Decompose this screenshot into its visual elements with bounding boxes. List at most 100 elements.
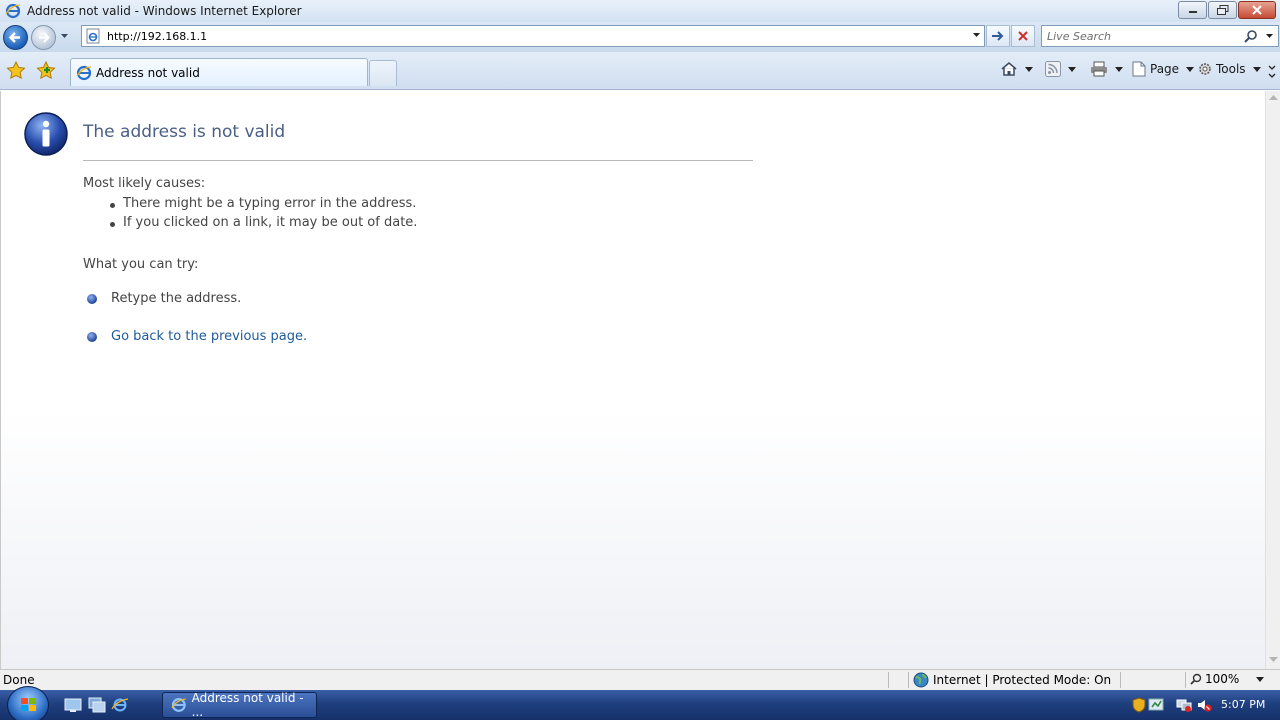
forward-button[interactable] <box>31 25 56 50</box>
windows-update-icon[interactable] <box>1148 697 1164 713</box>
taskbar-button-label: Address not valid - ... <box>191 691 304 719</box>
ie-logo-icon <box>5 3 21 19</box>
try-heading: What you can try: <box>83 257 199 272</box>
zone-text: Internet | Protected Mode: On <box>933 673 1112 687</box>
window-controls <box>1178 1 1276 19</box>
home-icon <box>1001 62 1017 76</box>
back-button[interactable] <box>3 25 28 50</box>
page-menu-label: Page <box>1150 62 1180 76</box>
list-item: If you clicked on a link, it may be out … <box>105 215 417 234</box>
tab-command-bar: Address not valid Page Tools <box>0 52 1280 90</box>
print-button[interactable] <box>1090 61 1123 77</box>
tools-menu-label: Tools <box>1216 62 1246 76</box>
feeds-dropdown-icon[interactable] <box>1068 66 1076 72</box>
error-title: The address is not valid <box>83 122 286 142</box>
causes-heading: Most likely causes: <box>83 176 206 191</box>
ie-taskbar-icon <box>171 698 186 712</box>
zoom-level: 100% <box>1205 672 1240 686</box>
bullet <box>110 203 115 208</box>
go-button[interactable] <box>986 25 1010 47</box>
minimize-button[interactable] <box>1178 1 1207 19</box>
volume-muted-icon[interactable] <box>1196 697 1212 713</box>
feeds-button[interactable] <box>1045 61 1076 77</box>
page-menu-button[interactable]: Page <box>1131 61 1195 77</box>
gear-icon <box>1199 63 1211 75</box>
rss-feed-icon <box>1045 61 1061 77</box>
recent-pages-dropdown-icon[interactable] <box>60 33 69 39</box>
status-text: Done <box>3 673 35 687</box>
close-icon <box>1252 5 1262 15</box>
stop-x-icon <box>1018 31 1028 41</box>
title-divider <box>83 160 753 161</box>
restore-button[interactable] <box>1208 1 1237 19</box>
blue-bullet-icon <box>87 293 97 304</box>
status-divider <box>888 672 889 688</box>
tab-address-not-valid[interactable]: Address not valid <box>70 58 368 86</box>
cause-text: If you clicked on a link, it may be out … <box>123 215 418 230</box>
search-icon[interactable] <box>1244 29 1258 43</box>
switch-windows-icon[interactable] <box>88 697 106 713</box>
window-title: Address not valid - Windows Internet Exp… <box>27 4 302 18</box>
new-tab-button[interactable] <box>369 60 397 86</box>
cause-text: There might be a typing error in the add… <box>123 196 417 211</box>
forward-arrow-icon <box>39 32 50 43</box>
list-item: There might be a typing error in the add… <box>105 196 417 215</box>
status-bar: Done Internet | Protected Mode: On 100% <box>0 669 1280 690</box>
home-button[interactable] <box>1000 61 1033 77</box>
search-input[interactable] <box>1047 29 1242 43</box>
info-icon <box>24 112 68 156</box>
address-dropdown-icon[interactable] <box>972 32 981 38</box>
add-favorites-icon[interactable] <box>36 61 56 79</box>
retype-address-text: Retype the address. <box>111 291 242 306</box>
retype-address-item: Retype the address. <box>87 291 241 306</box>
taskbar-ie-button[interactable]: Address not valid - ... <box>162 691 317 719</box>
go-arrow-icon <box>992 31 1004 41</box>
print-dropdown-icon[interactable] <box>1115 66 1123 72</box>
globe-icon <box>913 672 929 688</box>
windows-logo-icon <box>21 698 36 711</box>
zoom-dropdown-icon[interactable] <box>1256 676 1265 682</box>
vertical-scrollbar[interactable] <box>1265 91 1280 669</box>
title-bar: Address not valid - Windows Internet Exp… <box>0 0 1280 22</box>
taskbar: Address not valid - ... 5:07 PM <box>0 686 1280 720</box>
restore-icon <box>1216 5 1228 15</box>
search-box[interactable] <box>1041 25 1279 47</box>
blue-bullet-icon <box>87 331 97 342</box>
printer-icon <box>1091 61 1107 77</box>
search-dropdown-icon[interactable] <box>1265 33 1274 39</box>
show-desktop-icon[interactable] <box>64 697 82 713</box>
ie-tab-icon <box>76 65 92 80</box>
back-arrow-icon <box>8 32 20 43</box>
minimize-icon <box>1188 11 1197 13</box>
home-dropdown-icon[interactable] <box>1025 66 1033 72</box>
go-back-link[interactable]: Go back to the previous page. <box>111 329 307 344</box>
scroll-down-icon[interactable] <box>1269 657 1278 663</box>
tools-menu-button[interactable]: Tools <box>1197 61 1261 77</box>
status-divider <box>1120 672 1121 688</box>
favorites-star-icon[interactable] <box>6 61 26 79</box>
start-button[interactable] <box>7 686 49 720</box>
page-icon <box>86 28 100 44</box>
security-shield-icon[interactable] <box>1132 697 1146 713</box>
go-back-item: Go back to the previous page. <box>87 329 307 344</box>
status-divider <box>908 672 909 688</box>
clock[interactable]: 5:07 PM <box>1221 698 1265 711</box>
chevron-more-icon[interactable] <box>1268 58 1276 86</box>
ie-quicklaunch-icon[interactable] <box>111 697 129 713</box>
page-icon <box>1132 61 1146 77</box>
zoom-control[interactable]: 100% <box>1190 672 1265 686</box>
network-icon[interactable] <box>1176 697 1192 713</box>
close-window-button[interactable] <box>1238 1 1276 19</box>
scroll-up-icon[interactable] <box>1269 95 1278 101</box>
address-input[interactable] <box>107 29 967 43</box>
bullet <box>110 222 115 227</box>
zoom-icon <box>1190 673 1202 685</box>
tab-label: Address not valid <box>96 65 200 80</box>
tools-dropdown-icon <box>1252 66 1261 72</box>
status-divider <box>1185 672 1186 688</box>
security-zone[interactable]: Internet | Protected Mode: On <box>913 672 1111 688</box>
address-bar[interactable] <box>81 25 985 47</box>
page-dropdown-icon <box>1186 66 1195 72</box>
stop-button[interactable] <box>1011 25 1035 47</box>
causes-list: There might be a typing error in the add… <box>105 196 417 234</box>
